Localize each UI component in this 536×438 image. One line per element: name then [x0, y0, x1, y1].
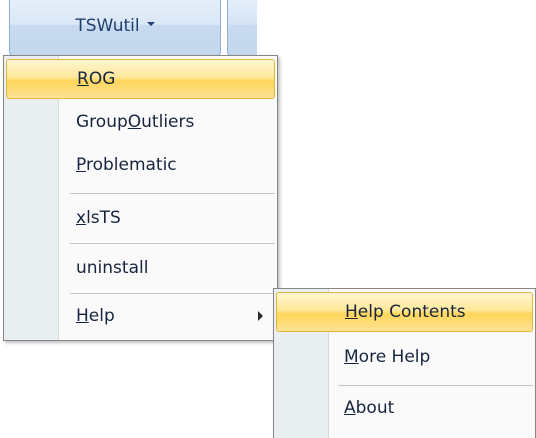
menu-item-about-label: About: [344, 398, 395, 418]
help-submenu: Help Contents More Help About: [273, 288, 536, 438]
menu-item-groupoutliers-label: GroupOutliers: [76, 112, 195, 132]
menu-item-help-contents-label: Help Contents: [345, 302, 466, 322]
menu-item-rog[interactable]: ROG: [6, 59, 275, 99]
tswutil-ribbon-text: TSWutil: [75, 16, 140, 36]
menu-item-about[interactable]: About: [276, 388, 533, 428]
menu-item-help[interactable]: Help: [6, 296, 275, 336]
menu-separator: [70, 293, 275, 294]
menu-separator: [70, 193, 275, 194]
chevron-down-icon: [146, 22, 155, 26]
menu-separator: [70, 243, 275, 244]
menu-item-problematic[interactable]: Problematic: [6, 145, 275, 185]
menu-item-more-help-label: More Help: [344, 347, 431, 367]
tswutil-ribbon-button[interactable]: TSWutil: [9, 0, 221, 56]
menu-item-uninstall-label: uninstall: [76, 258, 149, 278]
tswutil-ribbon-label: TSWutil: [10, 16, 220, 36]
menu-item-xlsts-label: xlsTS: [76, 208, 121, 228]
menu-item-rog-label: ROG: [77, 69, 116, 89]
adjacent-ribbon-button[interactable]: [227, 0, 257, 56]
menu-item-more-help[interactable]: More Help: [276, 337, 533, 377]
menu-item-problematic-label: Problematic: [76, 155, 177, 175]
menu-item-help-contents[interactable]: Help Contents: [276, 292, 533, 332]
chevron-right-icon: [258, 311, 263, 321]
menu-separator: [338, 385, 533, 386]
menu-item-groupoutliers[interactable]: GroupOutliers: [6, 102, 275, 142]
tswutil-dropdown-menu: ROG GroupOutliers Problematic xlsTS unin…: [3, 55, 278, 341]
menu-item-uninstall[interactable]: uninstall: [6, 248, 275, 288]
menu-item-xlsts[interactable]: xlsTS: [6, 198, 275, 238]
menu-item-help-label: Help: [76, 306, 115, 326]
